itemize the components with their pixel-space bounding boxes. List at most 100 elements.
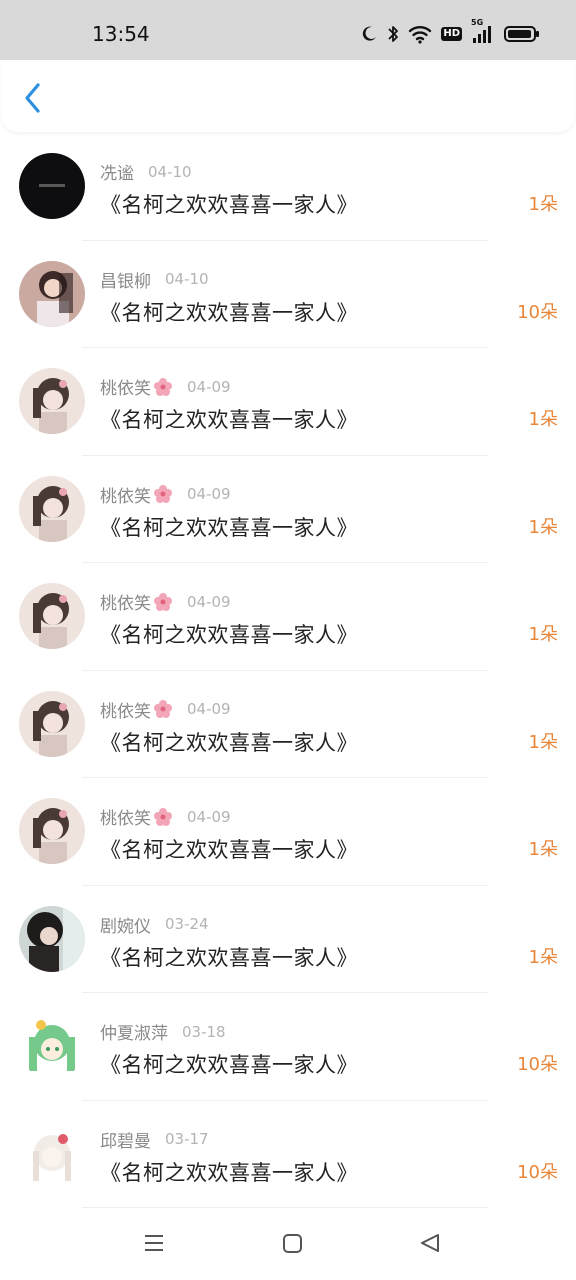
user-name-text: 桃依笑 (100, 379, 151, 399)
avatar[interactable] (19, 368, 85, 434)
flower-amount: 1朵 (528, 516, 558, 538)
book-title: 《名柯之欢欢喜喜一家人》 (100, 300, 358, 325)
item-meta: 昌银柳 04-10 (100, 267, 209, 292)
user-name-text: 桃依笑 (100, 594, 151, 614)
user-name: 桃依笑 (100, 482, 173, 507)
flower-amount: 1朵 (528, 731, 558, 753)
item-meta: 桃依笑 04-09 (100, 697, 231, 722)
record-date: 04-09 (187, 592, 231, 611)
record-date: 03-17 (165, 1130, 209, 1148)
user-name: 桃依笑 (100, 589, 173, 614)
record-date: 04-10 (165, 270, 209, 288)
item-meta: 桃依笑 04-09 (100, 374, 231, 399)
user-name-text: 仲夏淑萍 (100, 1024, 168, 1044)
item-meta: 桃依笑 04-09 (100, 482, 231, 507)
flower-amount: 10朵 (517, 1054, 558, 1075)
bluetooth-icon (387, 24, 399, 44)
home-button[interactable] (279, 1232, 305, 1258)
item-meta: 剧婉仪 03-24 (100, 912, 209, 937)
avatar[interactable] (19, 260, 85, 327)
record-date: 04-10 (148, 162, 192, 181)
record-date: 04-09 (187, 485, 231, 503)
list-item[interactable]: 昌银柳 04-10 《名柯之欢欢喜喜一家人》 10朵 (0, 241, 576, 348)
menu-icon (142, 1232, 166, 1258)
moon-icon (360, 25, 378, 43)
home-square-icon (280, 1231, 304, 1259)
flower-amount: 1朵 (528, 946, 558, 968)
5g-signal-icon: 5G (471, 18, 495, 44)
book-title: 《名柯之欢欢喜喜一家人》 (100, 945, 358, 970)
cherry-blossom-icon (153, 592, 173, 612)
avatar[interactable] (19, 690, 85, 757)
flower-amount: 1朵 (528, 194, 558, 215)
avatar[interactable] (19, 1013, 85, 1079)
record-date: 04-09 (187, 377, 231, 396)
book-title: 《名柯之欢欢喜喜一家人》 (100, 515, 358, 540)
record-date: 03-18 (182, 1022, 226, 1041)
back-nav-button[interactable] (417, 1232, 443, 1258)
user-name-text: 邱碧曼 (100, 1131, 151, 1152)
user-name: 昌银柳 (100, 267, 151, 292)
back-triangle-icon (418, 1231, 442, 1259)
avatar[interactable] (19, 583, 85, 649)
avatar[interactable] (19, 153, 85, 219)
avatar[interactable] (19, 1120, 85, 1187)
user-name-text: 冼谧 (100, 164, 134, 184)
list-item[interactable]: 桃依笑 04-09 《名柯之欢欢喜喜一家人》 1朵 (0, 563, 576, 671)
user-name-text: 剧婉仪 (100, 916, 151, 937)
book-title: 《名柯之欢欢喜喜一家人》 (100, 623, 358, 647)
list-item[interactable]: 仲夏淑萍 03-18 《名柯之欢欢喜喜一家人》 10朵 (0, 993, 576, 1101)
list-item[interactable]: 桃依笑 04-09 《名柯之欢欢喜喜一家人》 1朵 (0, 456, 576, 563)
chevron-left-icon (23, 82, 43, 118)
user-name-text: 桃依笑 (100, 809, 151, 829)
header-bar (2, 60, 574, 132)
user-name-text: 桃依笑 (100, 486, 151, 507)
cherry-blossom-icon (153, 807, 173, 827)
avatar[interactable] (19, 475, 85, 542)
flower-amount: 1朵 (528, 624, 558, 645)
user-name: 冼谧 (100, 159, 134, 184)
wifi-icon (408, 24, 432, 44)
record-date: 04-09 (187, 700, 231, 718)
user-name-text: 桃依笑 (100, 701, 151, 722)
user-name: 桃依笑 (100, 804, 173, 829)
cherry-blossom-icon (153, 699, 173, 719)
record-date: 03-24 (165, 915, 209, 933)
list-item[interactable]: 桃依笑 04-09 《名柯之欢欢喜喜一家人》 1朵 (0, 671, 576, 778)
cherry-blossom-icon (153, 377, 173, 397)
list-item[interactable]: 剧婉仪 03-24 《名柯之欢欢喜喜一家人》 1朵 (0, 886, 576, 993)
flower-record-list: 冼谧 04-10 《名柯之欢欢喜喜一家人》 1朵 昌银柳 04-10 《名柯之欢… (0, 133, 576, 1208)
status-icons: HD 5G (360, 18, 540, 46)
hd-icon: HD (441, 27, 462, 41)
list-item[interactable]: 邱碧曼 03-17 《名柯之欢欢喜喜一家人》 10朵 (0, 1101, 576, 1208)
book-title: 《名柯之欢欢喜喜一家人》 (100, 1160, 358, 1185)
back-button[interactable] (18, 82, 48, 118)
menu-button[interactable] (141, 1232, 167, 1258)
item-meta: 邱碧曼 03-17 (100, 1127, 209, 1152)
user-name: 桃依笑 (100, 374, 173, 399)
item-meta: 冼谧 04-10 (100, 159, 192, 185)
item-meta: 桃依笑 04-09 (100, 589, 231, 614)
user-name: 邱碧曼 (100, 1127, 151, 1152)
list-item[interactable]: 桃依笑 04-09 《名柯之欢欢喜喜一家人》 1朵 (0, 778, 576, 886)
user-name: 仲夏淑萍 (100, 1019, 168, 1044)
avatar[interactable] (19, 905, 85, 972)
book-title: 《名柯之欢欢喜喜一家人》 (100, 838, 358, 862)
item-meta: 仲夏淑萍 03-18 (100, 1019, 226, 1045)
list-item[interactable]: 桃依笑 04-09 《名柯之欢欢喜喜一家人》 1朵 (0, 348, 576, 456)
avatar[interactable] (19, 798, 85, 864)
network-label: 5G (471, 18, 484, 27)
flower-amount: 1朵 (528, 839, 558, 860)
item-meta: 桃依笑 04-09 (100, 804, 231, 829)
record-date: 04-09 (187, 807, 231, 826)
list-item[interactable]: 冼谧 04-10 《名柯之欢欢喜喜一家人》 1朵 (0, 133, 576, 241)
divider (82, 1207, 488, 1208)
book-title: 《名柯之欢欢喜喜一家人》 (100, 408, 358, 432)
user-name: 桃依笑 (100, 697, 173, 722)
cherry-blossom-icon (153, 484, 173, 504)
book-title: 《名柯之欢欢喜喜一家人》 (100, 193, 358, 217)
book-title: 《名柯之欢欢喜喜一家人》 (100, 1053, 358, 1077)
user-name: 剧婉仪 (100, 912, 151, 937)
flower-amount: 10朵 (517, 1161, 558, 1183)
flower-amount: 1朵 (528, 409, 558, 430)
